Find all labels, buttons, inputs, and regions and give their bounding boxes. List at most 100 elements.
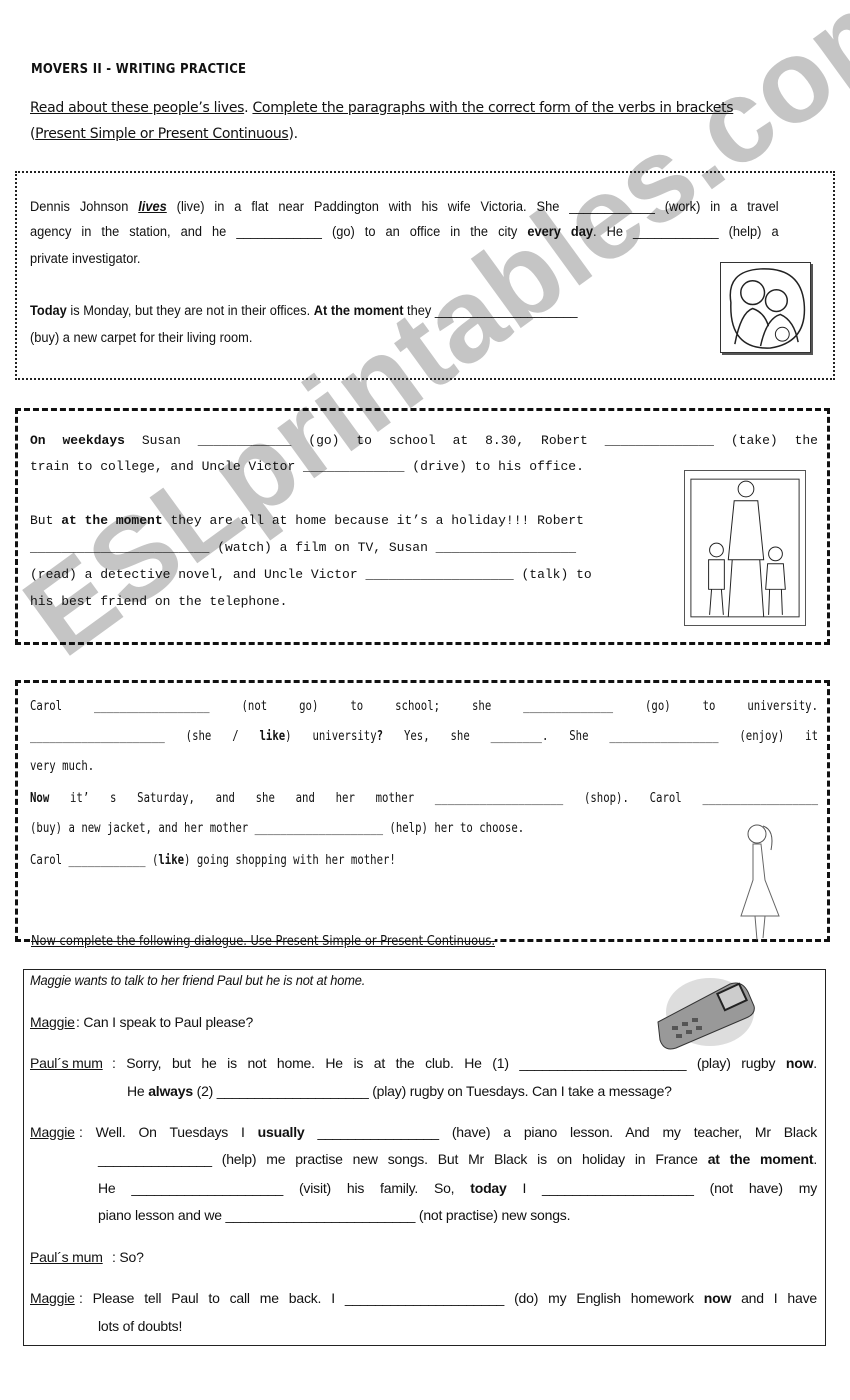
text-line: But at the moment they are all at home b…	[30, 513, 584, 528]
text-line: (buy) a new jacket, and her mother _____…	[30, 821, 524, 836]
text-line: _____________________ (she / like) unive…	[30, 729, 818, 744]
text-run: like	[158, 853, 185, 868]
answer-blank-text: it’ s Saturday, and she and her mother _…	[49, 791, 818, 806]
answer-blank-text: I ____________________ (not have) my	[506, 1180, 817, 1196]
answer-blank-text: _______________________ (watch) a film o…	[30, 540, 577, 555]
text-run: (buy) a new carpet for their living room…	[30, 330, 253, 345]
girl-illustration	[740, 824, 780, 941]
answer-blank-text: _____________________ (she /	[30, 729, 260, 744]
text-run: now	[703, 1290, 732, 1306]
dialogue-instruction: Now complete the following dialogue. Use…	[31, 934, 495, 949]
text-run: today	[470, 1180, 507, 1196]
text-line: (buy) a new carpet for their living room…	[30, 330, 252, 345]
text-line: : Can I speak to Paul please?	[76, 1014, 253, 1030]
answer-blank-text: (buy) a new jacket, and her mother _____…	[30, 821, 525, 836]
dialogue-intro: Maggie wants to talk to her friend Paul …	[30, 972, 366, 988]
family-illustration	[684, 470, 806, 626]
text-run: is Monday, but they are not in their off…	[66, 303, 314, 318]
text-run: ).	[288, 126, 298, 142]
text-run: Now	[30, 791, 50, 806]
text-run: : Can I speak to Paul please?	[76, 1014, 254, 1030]
text-run: At the moment	[313, 303, 404, 318]
answer-blank-text: Carol ____________ (	[30, 853, 159, 868]
answer-blank-text: Yes, she ________. She _________________…	[383, 729, 819, 744]
mobile-phone-illustration	[657, 978, 755, 1050]
text-run: Read about these people’s lives	[30, 100, 245, 116]
page-title: MOVERS II - WRITING PRACTICE	[31, 62, 247, 77]
text-line: piano lesson and we ____________________…	[98, 1207, 570, 1223]
answer-blank-text: train to college, and Uncle Victor _____…	[30, 459, 584, 474]
text-run: at the moment	[707, 1151, 814, 1167]
answer-blank-text: they ____________________	[403, 303, 578, 318]
text-run: they are all at home because it’s a holi…	[162, 513, 584, 528]
answer-blank-text: ________________ (have) a piano lesson. …	[304, 1124, 817, 1140]
text-line: He always (2) ____________________ (play…	[127, 1083, 672, 1099]
text-run: lives	[138, 199, 167, 214]
text-run: .	[813, 1055, 817, 1071]
text-run: always	[148, 1083, 193, 1099]
text-run: Complete the paragraphs with the correct…	[252, 100, 734, 116]
text-line: : So?	[112, 1249, 144, 1265]
text-run: very much.	[30, 759, 95, 774]
exercise-box-carol	[15, 680, 830, 942]
answer-blank-text: (read) a detective novel, and Uncle Vict…	[30, 567, 592, 582]
couple-illustration	[720, 262, 811, 353]
text-run: .	[813, 1151, 818, 1167]
answer-blank-text: : Sorry, but he is not home. He is at th…	[112, 1055, 786, 1071]
answer-blank-text: agency in the station, and he __________…	[30, 224, 528, 239]
text-run: Present Simple or Present Continuous	[35, 126, 289, 142]
text-line: Dennis Johnson lives (live) in a flat ne…	[30, 199, 779, 214]
text-run: He	[127, 1083, 149, 1099]
answer-blank-text: (2) ____________________ (play) rugby on…	[192, 1083, 672, 1099]
text-run: But	[30, 513, 62, 528]
speaker-label: Paul´s mum	[30, 1249, 103, 1265]
text-line: very much.	[30, 759, 94, 774]
text-line: On weekdays Susan ____________ (go) to s…	[30, 433, 818, 448]
text-line: Today is Monday, but they are not in the…	[30, 303, 578, 318]
answer-blank-text: Susan ____________ (go) to school at 8.3…	[124, 433, 818, 448]
text-line: Carol ____________ (like) going shopping…	[30, 853, 396, 868]
text-run: private investigator.	[30, 251, 141, 266]
answer-blank-text: He ____________________ (visit) his fami…	[98, 1180, 471, 1196]
text-run: and I have	[731, 1290, 817, 1306]
text-run: like	[259, 729, 286, 744]
text-run: : So?	[112, 1249, 144, 1265]
text-run: ) university	[285, 729, 377, 744]
text-run: usually	[257, 1124, 305, 1140]
text-line: (read) a detective novel, and Uncle Vict…	[30, 567, 592, 582]
answer-blank-text: : Please tell Paul to call me back. I __…	[79, 1290, 704, 1306]
text-run: Dennis Johnson	[30, 199, 139, 214]
answer-blank-text: . He ____________ (help) a	[593, 224, 779, 239]
text-run: now	[785, 1055, 814, 1071]
text-line: _______________ (help) me practise new s…	[98, 1151, 817, 1167]
text-line: _______________________ (watch) a film o…	[30, 540, 576, 555]
text-line: He ____________________ (visit) his fami…	[98, 1180, 817, 1196]
text-line: Now it’ s Saturday, and she and her moth…	[30, 791, 818, 806]
instructions-line-2: (Present Simple or Present Continuous).	[30, 126, 818, 142]
text-line: his best friend on the telephone.	[30, 594, 287, 609]
speaker-label: Maggie	[30, 1124, 75, 1140]
text-line: train to college, and Uncle Victor _____…	[30, 459, 584, 474]
text-line: private investigator.	[30, 251, 140, 266]
text-line: lots of doubts!	[98, 1318, 182, 1334]
text-run: : Well. On Tuesdays I	[79, 1124, 258, 1140]
text-run: lots of doubts!	[98, 1318, 183, 1334]
speaker-label: Maggie	[30, 1290, 75, 1306]
answer-blank-text: _______________ (help) me practise new s…	[98, 1151, 708, 1167]
text-line: Carol __________________ (not go) to sch…	[30, 699, 818, 714]
text-run: at the moment	[61, 513, 163, 528]
speaker-label: Paul´s mum	[30, 1055, 103, 1071]
text-run: his best friend on the telephone.	[30, 594, 288, 609]
instructions-line-1: Read about these people’s lives. Complet…	[30, 100, 818, 116]
answer-blank-text: Carol __________________ (not go) to sch…	[30, 699, 818, 714]
text-line: : Please tell Paul to call me back. I __…	[79, 1290, 817, 1306]
text-run: every day	[527, 224, 594, 239]
text-run: Today	[30, 303, 67, 318]
answer-blank-text: piano lesson and we ____________________…	[98, 1207, 571, 1223]
text-line: : Well. On Tuesdays I usually __________…	[79, 1124, 817, 1140]
answer-blank-text: (live) in a flat near Paddington with hi…	[166, 199, 779, 214]
text-run: On weekdays	[30, 433, 125, 448]
text-line: : Sorry, but he is not home. He is at th…	[112, 1055, 817, 1071]
text-line: agency in the station, and he __________…	[30, 224, 779, 239]
text-run: ) going shopping with her mother!	[184, 853, 396, 868]
